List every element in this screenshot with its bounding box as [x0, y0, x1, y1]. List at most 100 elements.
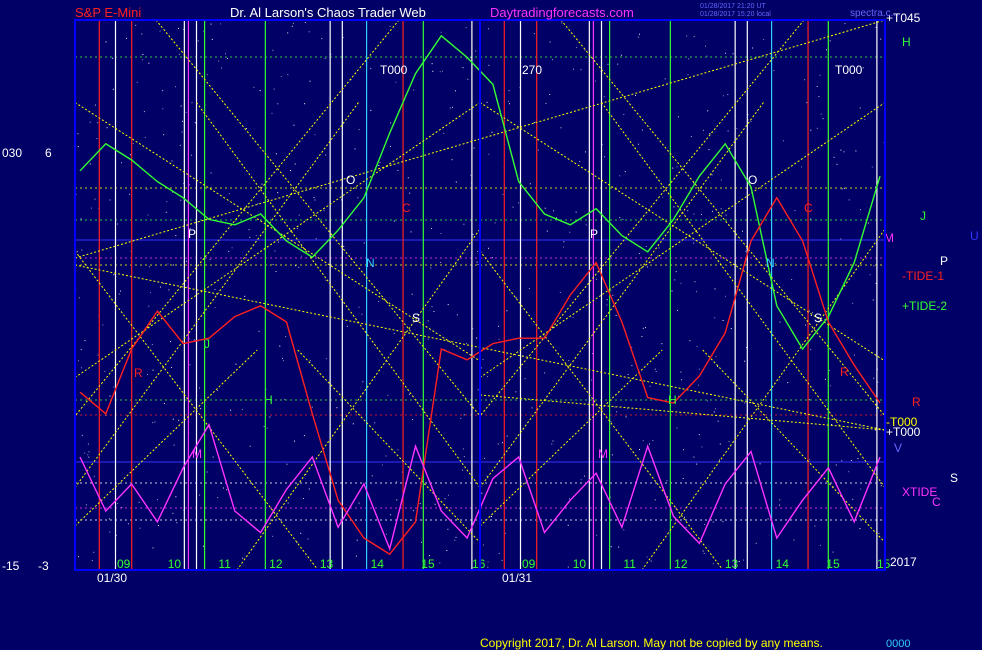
- star: [235, 363, 237, 365]
- star: [814, 525, 816, 527]
- star: [80, 218, 82, 220]
- star: [94, 198, 96, 200]
- star: [567, 524, 569, 526]
- star: [804, 79, 806, 81]
- star: [810, 218, 812, 220]
- star: [857, 458, 859, 460]
- star: [154, 421, 156, 423]
- star: [715, 356, 717, 358]
- star: [194, 122, 196, 124]
- star: [300, 532, 302, 534]
- star: [411, 293, 413, 295]
- star: [291, 25, 293, 27]
- star: [199, 494, 201, 496]
- star: [706, 55, 708, 57]
- right-label-r: R: [912, 395, 921, 409]
- star: [722, 320, 724, 321]
- star: [180, 105, 182, 107]
- spectra-label: spectra.c...: [850, 8, 899, 19]
- star: [370, 68, 372, 70]
- star: [625, 416, 627, 418]
- star: [259, 90, 261, 92]
- star: [395, 81, 397, 83]
- timestamp-ut: 01/28/2017 21:20 UT: [700, 3, 766, 10]
- star: [185, 111, 187, 113]
- star: [397, 449, 399, 451]
- star: [171, 160, 173, 162]
- symbol-title: S&P E-Mini: [75, 5, 141, 20]
- star: [637, 143, 639, 145]
- star: [362, 381, 364, 383]
- star: [135, 24, 137, 26]
- star: [228, 250, 230, 252]
- star: [191, 154, 193, 156]
- star: [482, 359, 484, 361]
- star: [614, 406, 616, 408]
- star: [325, 279, 327, 281]
- star: [687, 74, 689, 76]
- diagonal-line: [196, 102, 481, 488]
- star: [615, 314, 617, 316]
- star: [650, 560, 652, 562]
- star: [553, 210, 555, 212]
- star: [303, 498, 304, 499]
- domain-link[interactable]: Daytradingforecasts.com: [490, 5, 634, 20]
- star: [755, 542, 757, 544]
- right-label-j: J: [920, 209, 926, 223]
- star: [711, 210, 713, 212]
- star: [646, 266, 648, 268]
- star: [287, 74, 289, 76]
- star: [443, 132, 445, 134]
- star: [357, 197, 359, 199]
- star: [596, 534, 598, 536]
- star: [225, 53, 226, 55]
- diagonal-line: [479, 19, 805, 417]
- diagonal-line: [74, 349, 258, 527]
- star: [537, 149, 539, 151]
- star: [206, 74, 208, 76]
- star: [639, 253, 640, 255]
- star: [272, 49, 274, 51]
- star: [690, 136, 692, 137]
- star: [864, 119, 866, 120]
- star: [147, 374, 149, 375]
- star: [703, 129, 704, 131]
- star: [701, 446, 703, 448]
- star: [481, 367, 482, 369]
- star: [622, 218, 624, 220]
- star: [206, 471, 208, 473]
- star: [136, 81, 138, 83]
- star: [431, 306, 433, 308]
- star: [178, 419, 180, 421]
- marker-o: O: [748, 173, 757, 187]
- star: [711, 174, 713, 176]
- star: [861, 425, 863, 427]
- star: [217, 497, 219, 499]
- star: [508, 100, 510, 102]
- star: [172, 264, 174, 266]
- star: [689, 340, 691, 342]
- star: [829, 385, 831, 387]
- star: [810, 315, 812, 316]
- star: [779, 321, 781, 323]
- star: [674, 279, 676, 281]
- star: [727, 130, 729, 132]
- star: [346, 325, 348, 327]
- star: [724, 295, 726, 297]
- star: [126, 37, 127, 39]
- star: [77, 133, 79, 135]
- star: [819, 544, 821, 546]
- star: [635, 94, 636, 96]
- star: [440, 261, 442, 263]
- star: [431, 63, 433, 65]
- star: [139, 527, 141, 529]
- star: [685, 526, 687, 528]
- star: [752, 47, 754, 49]
- star: [818, 96, 820, 97]
- star: [747, 482, 749, 484]
- star: [698, 434, 700, 436]
- star: [696, 463, 698, 465]
- star: [358, 306, 360, 308]
- star: [662, 196, 664, 198]
- star: [442, 70, 443, 72]
